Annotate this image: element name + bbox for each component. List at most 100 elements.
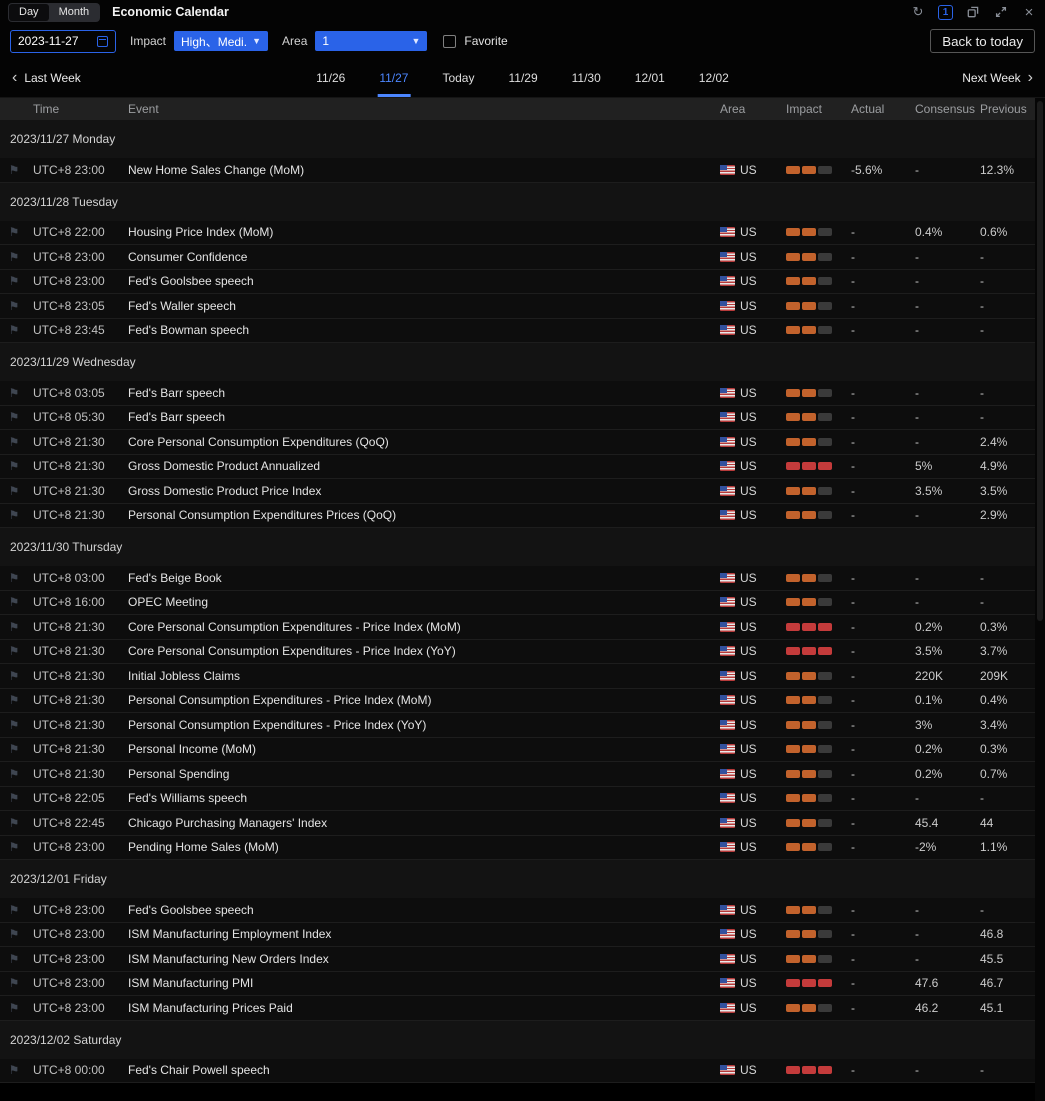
bookmark-icon[interactable]: ⚑ bbox=[9, 275, 20, 287]
date-picker-input[interactable]: 2023-11-27 bbox=[10, 30, 116, 53]
bookmark-icon[interactable]: ⚑ bbox=[9, 1064, 20, 1076]
impact-bar bbox=[802, 166, 816, 174]
bookmark-icon[interactable]: ⚑ bbox=[9, 977, 20, 989]
back-to-today-button[interactable]: Back to today bbox=[930, 29, 1035, 53]
favorite-checkbox[interactable] bbox=[443, 35, 456, 48]
event-row[interactable]: ⚑UTC+8 23:00ISM Manufacturing Prices Pai… bbox=[0, 996, 1035, 1021]
area-dropdown[interactable]: 1 ▼ bbox=[315, 31, 427, 51]
bookmark-icon[interactable]: ⚑ bbox=[9, 817, 20, 829]
event-row[interactable]: ⚑UTC+8 21:30Initial Jobless ClaimsUS-220… bbox=[0, 664, 1035, 689]
event-row[interactable]: ⚑UTC+8 23:00ISM Manufacturing Employment… bbox=[0, 923, 1035, 948]
bookmark-icon[interactable]: ⚑ bbox=[9, 904, 20, 916]
event-row[interactable]: ⚑UTC+8 21:30Core Personal Consumption Ex… bbox=[0, 430, 1035, 455]
event-row[interactable]: ⚑UTC+8 23:05Fed's Waller speechUS--- bbox=[0, 294, 1035, 319]
scrollbar-thumb[interactable] bbox=[1037, 101, 1043, 621]
bookmark-cell: ⚑ bbox=[0, 694, 28, 706]
bookmark-icon[interactable]: ⚑ bbox=[9, 768, 20, 780]
bookmark-icon[interactable]: ⚑ bbox=[9, 645, 20, 657]
bookmark-icon[interactable]: ⚑ bbox=[9, 164, 20, 176]
bookmark-icon[interactable]: ⚑ bbox=[9, 694, 20, 706]
event-row[interactable]: ⚑UTC+8 21:30Core Personal Consumption Ex… bbox=[0, 640, 1035, 665]
bookmark-icon[interactable]: ⚑ bbox=[9, 226, 20, 238]
bookmark-icon[interactable]: ⚑ bbox=[9, 436, 20, 448]
consensus-value: 220K bbox=[910, 669, 975, 683]
bookmark-icon[interactable]: ⚑ bbox=[9, 572, 20, 584]
bookmark-icon[interactable]: ⚑ bbox=[9, 460, 20, 472]
event-row[interactable]: ⚑UTC+8 00:00Fed's Chair Powell speechUS-… bbox=[0, 1059, 1035, 1084]
bookmark-icon[interactable]: ⚑ bbox=[9, 670, 20, 682]
impact-bar bbox=[818, 277, 832, 285]
bookmark-icon[interactable]: ⚑ bbox=[9, 485, 20, 497]
bookmark-icon[interactable]: ⚑ bbox=[9, 509, 20, 521]
bookmark-icon[interactable]: ⚑ bbox=[9, 387, 20, 399]
event-row[interactable]: ⚑UTC+8 21:30Personal Income (MoM)US-0.2%… bbox=[0, 738, 1035, 763]
event-row[interactable]: ⚑UTC+8 21:30Gross Domestic Product Annua… bbox=[0, 455, 1035, 480]
event-row[interactable]: ⚑UTC+8 03:00Fed's Beige BookUS--- bbox=[0, 566, 1035, 591]
bookmark-icon[interactable]: ⚑ bbox=[9, 621, 20, 633]
popout-icon[interactable] bbox=[965, 4, 981, 20]
event-row[interactable]: ⚑UTC+8 03:05Fed's Barr speechUS--- bbox=[0, 381, 1035, 406]
bookmark-icon[interactable]: ⚑ bbox=[9, 841, 20, 853]
bookmark-icon[interactable]: ⚑ bbox=[9, 1002, 20, 1014]
event-row[interactable]: ⚑UTC+8 23:00Fed's Goolsbee speechUS--- bbox=[0, 270, 1035, 295]
event-row[interactable]: ⚑UTC+8 16:00OPEC MeetingUS--- bbox=[0, 591, 1035, 616]
week-tab-11-26[interactable]: 11/26 bbox=[316, 58, 345, 97]
expand-icon[interactable] bbox=[993, 4, 1009, 20]
actual-value: - bbox=[846, 840, 910, 854]
view-tab-month[interactable]: Month bbox=[49, 4, 100, 21]
bookmark-icon[interactable]: ⚑ bbox=[9, 411, 20, 423]
bookmark-icon[interactable]: ⚑ bbox=[9, 928, 20, 940]
impact-bar bbox=[786, 302, 800, 310]
area-label: US bbox=[740, 1063, 757, 1077]
consensus-value: - bbox=[910, 595, 975, 609]
bookmark-icon[interactable]: ⚑ bbox=[9, 743, 20, 755]
event-row[interactable]: ⚑UTC+8 21:30Gross Domestic Product Price… bbox=[0, 479, 1035, 504]
event-row[interactable]: ⚑UTC+8 23:00Pending Home Sales (MoM)US--… bbox=[0, 836, 1035, 861]
actual-value: - bbox=[846, 669, 910, 683]
event-name: Core Personal Consumption Expenditures (… bbox=[123, 435, 715, 449]
area-label: US bbox=[740, 976, 757, 990]
window-layout-icon[interactable]: 1 bbox=[938, 5, 953, 20]
event-row[interactable]: ⚑UTC+8 23:00New Home Sales Change (MoM)U… bbox=[0, 158, 1035, 183]
week-tab-11-27[interactable]: 11/27 bbox=[379, 58, 408, 97]
event-row[interactable]: ⚑UTC+8 21:30Personal SpendingUS-0.2%0.7% bbox=[0, 762, 1035, 787]
event-row[interactable]: ⚑UTC+8 22:05Fed's Williams speechUS--- bbox=[0, 787, 1035, 812]
bookmark-icon[interactable]: ⚑ bbox=[9, 596, 20, 608]
bookmark-icon[interactable]: ⚑ bbox=[9, 953, 20, 965]
event-row[interactable]: ⚑UTC+8 21:30Personal Consumption Expendi… bbox=[0, 713, 1035, 738]
bookmark-icon[interactable]: ⚑ bbox=[9, 792, 20, 804]
bookmark-icon[interactable]: ⚑ bbox=[9, 300, 20, 312]
actual-value: - bbox=[846, 225, 910, 239]
view-tab-day[interactable]: Day bbox=[9, 4, 49, 21]
event-row[interactable]: ⚑UTC+8 23:00Fed's Goolsbee speechUS--- bbox=[0, 898, 1035, 923]
event-row[interactable]: ⚑UTC+8 23:00Consumer ConfidenceUS--- bbox=[0, 245, 1035, 270]
bookmark-icon[interactable]: ⚑ bbox=[9, 251, 20, 263]
bookmark-icon[interactable]: ⚑ bbox=[9, 324, 20, 336]
us-flag-icon bbox=[720, 165, 735, 175]
close-icon[interactable]: × bbox=[1021, 4, 1037, 20]
next-week-button[interactable]: Next Week › bbox=[962, 70, 1033, 86]
event-row[interactable]: ⚑UTC+8 05:30Fed's Barr speechUS--- bbox=[0, 406, 1035, 431]
week-tab-11-30[interactable]: 11/30 bbox=[572, 58, 601, 97]
week-tab-today[interactable]: Today bbox=[442, 58, 474, 97]
event-row[interactable]: ⚑UTC+8 23:45Fed's Bowman speechUS--- bbox=[0, 319, 1035, 344]
last-week-button[interactable]: ‹ Last Week bbox=[12, 70, 81, 86]
bookmark-icon[interactable]: ⚑ bbox=[9, 719, 20, 731]
event-row[interactable]: ⚑UTC+8 23:00ISM Manufacturing PMIUS-47.6… bbox=[0, 972, 1035, 997]
week-tab-12-02[interactable]: 12/02 bbox=[699, 58, 729, 97]
event-time: UTC+8 21:30 bbox=[28, 669, 123, 683]
week-tab-12-01[interactable]: 12/01 bbox=[635, 58, 665, 97]
event-row[interactable]: ⚑UTC+8 22:45Chicago Purchasing Managers'… bbox=[0, 811, 1035, 836]
impact-indicator bbox=[781, 574, 846, 582]
impact-dropdown[interactable]: High、Medi... ▼ bbox=[174, 31, 268, 51]
week-tab-11-29[interactable]: 11/29 bbox=[508, 58, 537, 97]
event-row[interactable]: ⚑UTC+8 21:30Core Personal Consumption Ex… bbox=[0, 615, 1035, 640]
event-row[interactable]: ⚑UTC+8 21:30Personal Consumption Expendi… bbox=[0, 689, 1035, 714]
refresh-icon[interactable]: ↻ bbox=[910, 4, 926, 20]
header-impact: Impact bbox=[781, 102, 846, 116]
event-row[interactable]: ⚑UTC+8 23:00ISM Manufacturing New Orders… bbox=[0, 947, 1035, 972]
event-row[interactable]: ⚑UTC+8 22:00Housing Price Index (MoM)US-… bbox=[0, 221, 1035, 246]
scrollbar[interactable] bbox=[1035, 98, 1045, 1101]
event-row[interactable]: ⚑UTC+8 21:30Personal Consumption Expendi… bbox=[0, 504, 1035, 529]
event-name: Fed's Williams speech bbox=[123, 791, 715, 805]
